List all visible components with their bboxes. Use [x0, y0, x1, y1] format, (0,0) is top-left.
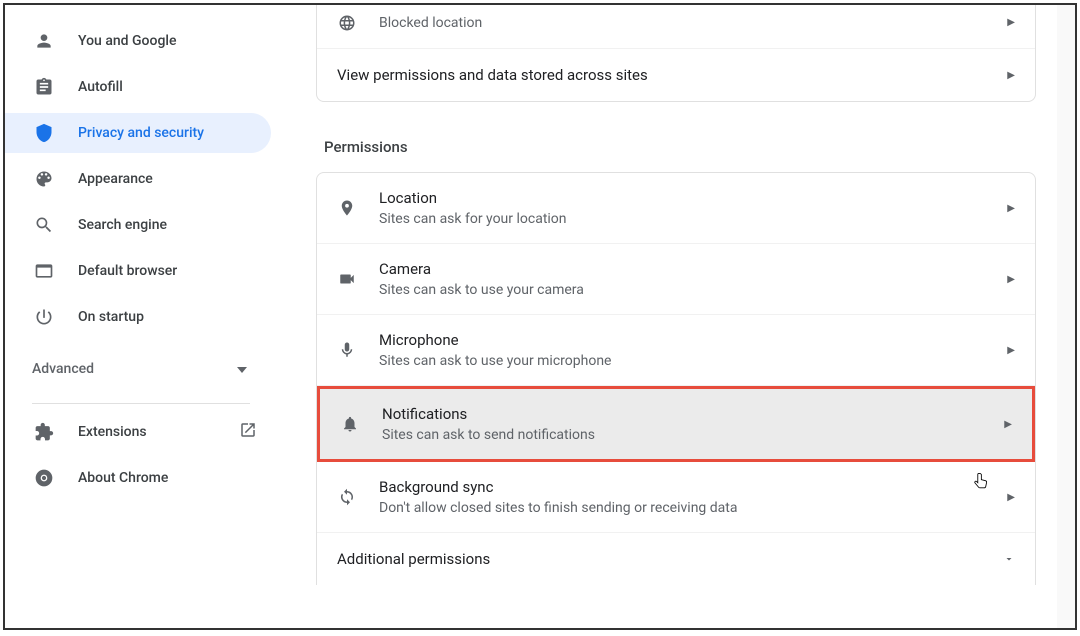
sidebar-item-you-and-google[interactable]: You and Google: [5, 21, 277, 61]
chevron-right-icon: ▶: [1007, 203, 1015, 214]
microphone-icon: [337, 340, 357, 360]
permission-location[interactable]: Location Sites can ask for your location…: [317, 173, 1035, 244]
row-title: Notifications: [382, 403, 996, 425]
row-subtitle: Sites can ask for your location: [379, 209, 999, 229]
sidebar-item-label: Appearance: [78, 171, 153, 187]
browser-window-icon: [32, 259, 56, 283]
sidebar-item-extensions[interactable]: Extensions: [5, 412, 277, 452]
clipboard-icon: [32, 75, 56, 99]
recent-activity-card: Blocked location ▶ View permissions and …: [316, 5, 1036, 102]
cursor-pointer-icon: [972, 472, 990, 496]
sidebar-item-default-browser[interactable]: Default browser: [5, 251, 277, 291]
row-title: Camera: [379, 258, 999, 280]
site-activity-row[interactable]: Blocked location ▶: [317, 5, 1035, 49]
palette-icon: [32, 167, 56, 191]
bell-icon: [340, 414, 360, 434]
row-subtitle: Sites can ask to use your camera: [379, 280, 999, 300]
row-title: View permissions and data stored across …: [337, 64, 999, 86]
permission-microphone[interactable]: Microphone Sites can ask to use your mic…: [317, 315, 1035, 386]
permission-camera[interactable]: Camera Sites can ask to use your camera …: [317, 244, 1035, 315]
chevron-right-icon: ▶: [1007, 70, 1015, 81]
chevron-right-icon: ▶: [1007, 17, 1015, 28]
sidebar-item-label: About Chrome: [78, 470, 168, 486]
sidebar-advanced-toggle[interactable]: Advanced: [5, 343, 277, 395]
sidebar-divider: [32, 403, 250, 404]
sidebar-item-label: Default browser: [78, 263, 177, 279]
shield-icon: [32, 121, 56, 145]
extension-icon: [32, 420, 56, 444]
chrome-logo-icon: [32, 466, 56, 490]
scrollbar[interactable]: [1057, 5, 1075, 628]
location-pin-icon: [337, 198, 357, 218]
camera-icon: [337, 269, 357, 289]
sidebar-item-label: On startup: [78, 309, 144, 325]
row-subtitle: Blocked location: [379, 13, 999, 33]
sidebar-item-label: Extensions: [78, 424, 147, 440]
sidebar-item-privacy-security[interactable]: Privacy and security: [5, 113, 271, 153]
search-icon: [32, 213, 56, 237]
chevron-down-icon: [1003, 550, 1015, 569]
settings-sidebar: You and Google Autofill Privacy and secu…: [5, 5, 277, 628]
caret-down-icon: [237, 361, 247, 377]
permissions-header: Permissions: [316, 118, 1036, 172]
sync-icon: [337, 487, 357, 507]
row-title: Location: [379, 187, 999, 209]
row-title: Additional permissions: [337, 548, 1003, 570]
permission-notifications[interactable]: Notifications Sites can ask to send noti…: [317, 386, 1035, 462]
additional-permissions-row[interactable]: Additional permissions: [317, 533, 1035, 585]
sidebar-item-about-chrome[interactable]: About Chrome: [5, 458, 277, 498]
chevron-right-icon: ▶: [1004, 419, 1012, 430]
sidebar-item-label: Privacy and security: [78, 125, 204, 141]
row-title: Microphone: [379, 329, 999, 351]
row-subtitle: Sites can ask to send notifications: [382, 425, 996, 445]
settings-main-content: Blocked location ▶ View permissions and …: [277, 5, 1075, 628]
globe-icon: [337, 13, 357, 33]
row-subtitle: Don't allow closed sites to finish sendi…: [379, 498, 999, 518]
power-icon: [32, 305, 56, 329]
advanced-label: Advanced: [32, 361, 94, 377]
permissions-card: Location Sites can ask for your location…: [316, 172, 1036, 585]
row-subtitle: Sites can ask to use your microphone: [379, 351, 999, 371]
sidebar-item-on-startup[interactable]: On startup: [5, 297, 277, 337]
open-in-new-icon: [239, 421, 257, 443]
sidebar-item-search-engine[interactable]: Search engine: [5, 205, 277, 245]
sidebar-item-label: Autofill: [78, 79, 123, 95]
sidebar-item-label: You and Google: [78, 33, 176, 49]
sidebar-item-autofill[interactable]: Autofill: [5, 67, 277, 107]
chevron-right-icon: ▶: [1007, 274, 1015, 285]
sidebar-item-label: Search engine: [78, 217, 167, 233]
permission-background-sync[interactable]: Background sync Don't allow closed sites…: [317, 462, 1035, 533]
sidebar-item-appearance[interactable]: Appearance: [5, 159, 277, 199]
view-permissions-row[interactable]: View permissions and data stored across …: [317, 49, 1035, 101]
person-icon: [32, 29, 56, 53]
chevron-right-icon: ▶: [1007, 492, 1015, 503]
chevron-right-icon: ▶: [1007, 345, 1015, 356]
row-title: Background sync: [379, 476, 999, 498]
